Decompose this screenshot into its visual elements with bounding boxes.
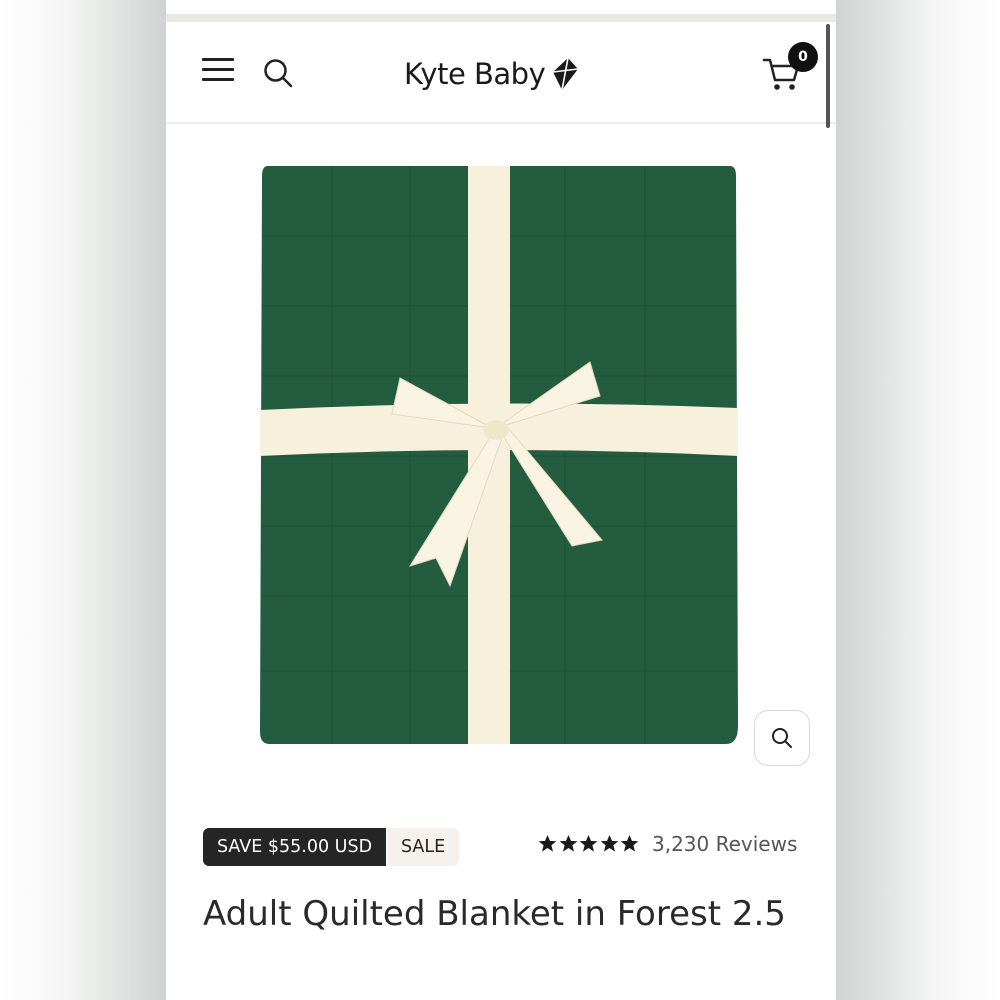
sale-badge: SALE: [387, 828, 460, 866]
star-icon: [620, 834, 639, 852]
zoom-icon: [772, 728, 792, 748]
product-image[interactable]: [260, 166, 740, 746]
star-icon: [559, 834, 577, 852]
zoom-button[interactable]: [754, 710, 810, 766]
site-header: Kyte Baby 0: [166, 22, 836, 124]
star-icon: [538, 834, 557, 852]
phone-screen: Kyte Baby 0 SAVE $55.00 USD SALE 3,230 R…: [166, 0, 836, 1000]
save-badge: SAVE $55.00 USD: [203, 828, 387, 866]
kite-logo-icon: [553, 57, 579, 91]
search-icon[interactable]: [262, 57, 294, 89]
product-title: Adult Quilted Blanket in Forest 2.5: [203, 894, 786, 934]
rating-stars[interactable]: [538, 834, 641, 853]
star-icon: [600, 834, 618, 852]
left-backdrop: [0, 0, 166, 1000]
brand-name: Kyte Baby: [404, 57, 546, 91]
reviews-link[interactable]: 3,230 Reviews: [652, 832, 797, 856]
cart-count-badge[interactable]: 0: [788, 42, 818, 72]
star-icon: [579, 834, 598, 852]
brand-logo[interactable]: Kyte Baby: [404, 52, 579, 96]
announcement-bar: [166, 14, 836, 22]
menu-icon[interactable]: [202, 58, 234, 86]
scrollbar[interactable]: [826, 24, 830, 128]
right-backdrop: [836, 0, 1000, 1000]
